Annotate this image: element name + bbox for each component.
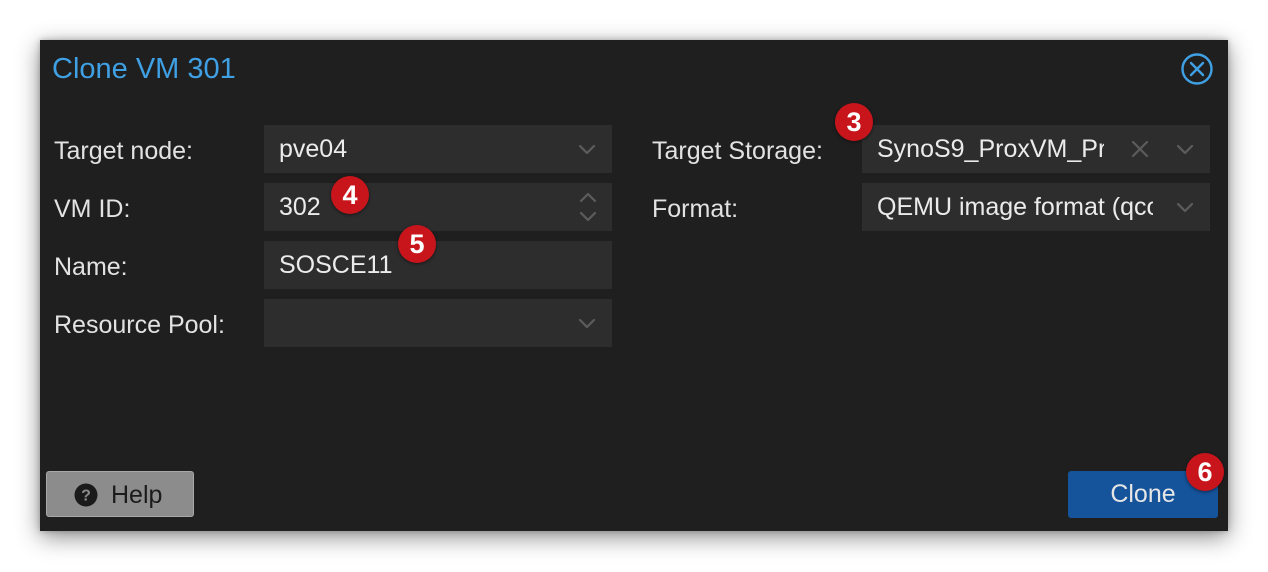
format-label: Format: — [652, 195, 739, 223]
annotation-badge-5: 5 — [398, 225, 436, 263]
clone-vm-dialog: Clone VM 301 Target node: pve04 VM ID: 3… — [40, 40, 1228, 531]
name-input[interactable]: SOSCE11 — [264, 241, 612, 289]
chevron-down-icon[interactable] — [574, 136, 600, 162]
chevron-down-icon[interactable] — [574, 310, 600, 336]
target-storage-combobox[interactable]: SynoS9_ProxVM_Pro — [862, 125, 1210, 173]
annotation-badge-3: 3 — [835, 103, 873, 141]
help-button[interactable]: ? Help — [46, 471, 194, 517]
question-circle-icon: ? — [74, 483, 98, 507]
close-circle-icon — [1181, 53, 1213, 85]
target-storage-label: Target Storage: — [652, 137, 823, 165]
annotation-badge-4: 4 — [331, 176, 369, 214]
clear-icon[interactable] — [1127, 136, 1153, 162]
chevron-down-icon[interactable] — [1172, 194, 1198, 220]
target-node-value: pve04 — [279, 135, 348, 163]
name-value: SOSCE11 — [279, 251, 393, 279]
target-node-combobox[interactable]: pve04 — [264, 125, 612, 173]
dialog-title: Clone VM 301 — [52, 53, 236, 85]
vm-id-label: VM ID: — [54, 195, 131, 223]
resource-pool-combobox[interactable] — [264, 299, 612, 347]
spinner-arrows-icon[interactable] — [575, 188, 601, 226]
resource-pool-label: Resource Pool: — [54, 311, 225, 339]
target-node-label: Target node: — [54, 137, 193, 165]
annotation-badge-6: 6 — [1186, 453, 1224, 491]
target-storage-value: SynoS9_ProxVM_Pro — [877, 135, 1104, 163]
format-combobox[interactable]: QEMU image format (qcow2) — [862, 183, 1210, 231]
svg-text:?: ? — [81, 488, 91, 505]
vm-id-spinner[interactable]: 302 — [264, 183, 612, 231]
help-button-label: Help — [111, 481, 163, 509]
chevron-down-icon[interactable] — [1172, 136, 1198, 162]
format-value: QEMU image format (qcow2) — [877, 193, 1153, 221]
close-button[interactable] — [1180, 52, 1214, 86]
name-label: Name: — [54, 253, 128, 281]
vm-id-value: 302 — [279, 193, 321, 221]
